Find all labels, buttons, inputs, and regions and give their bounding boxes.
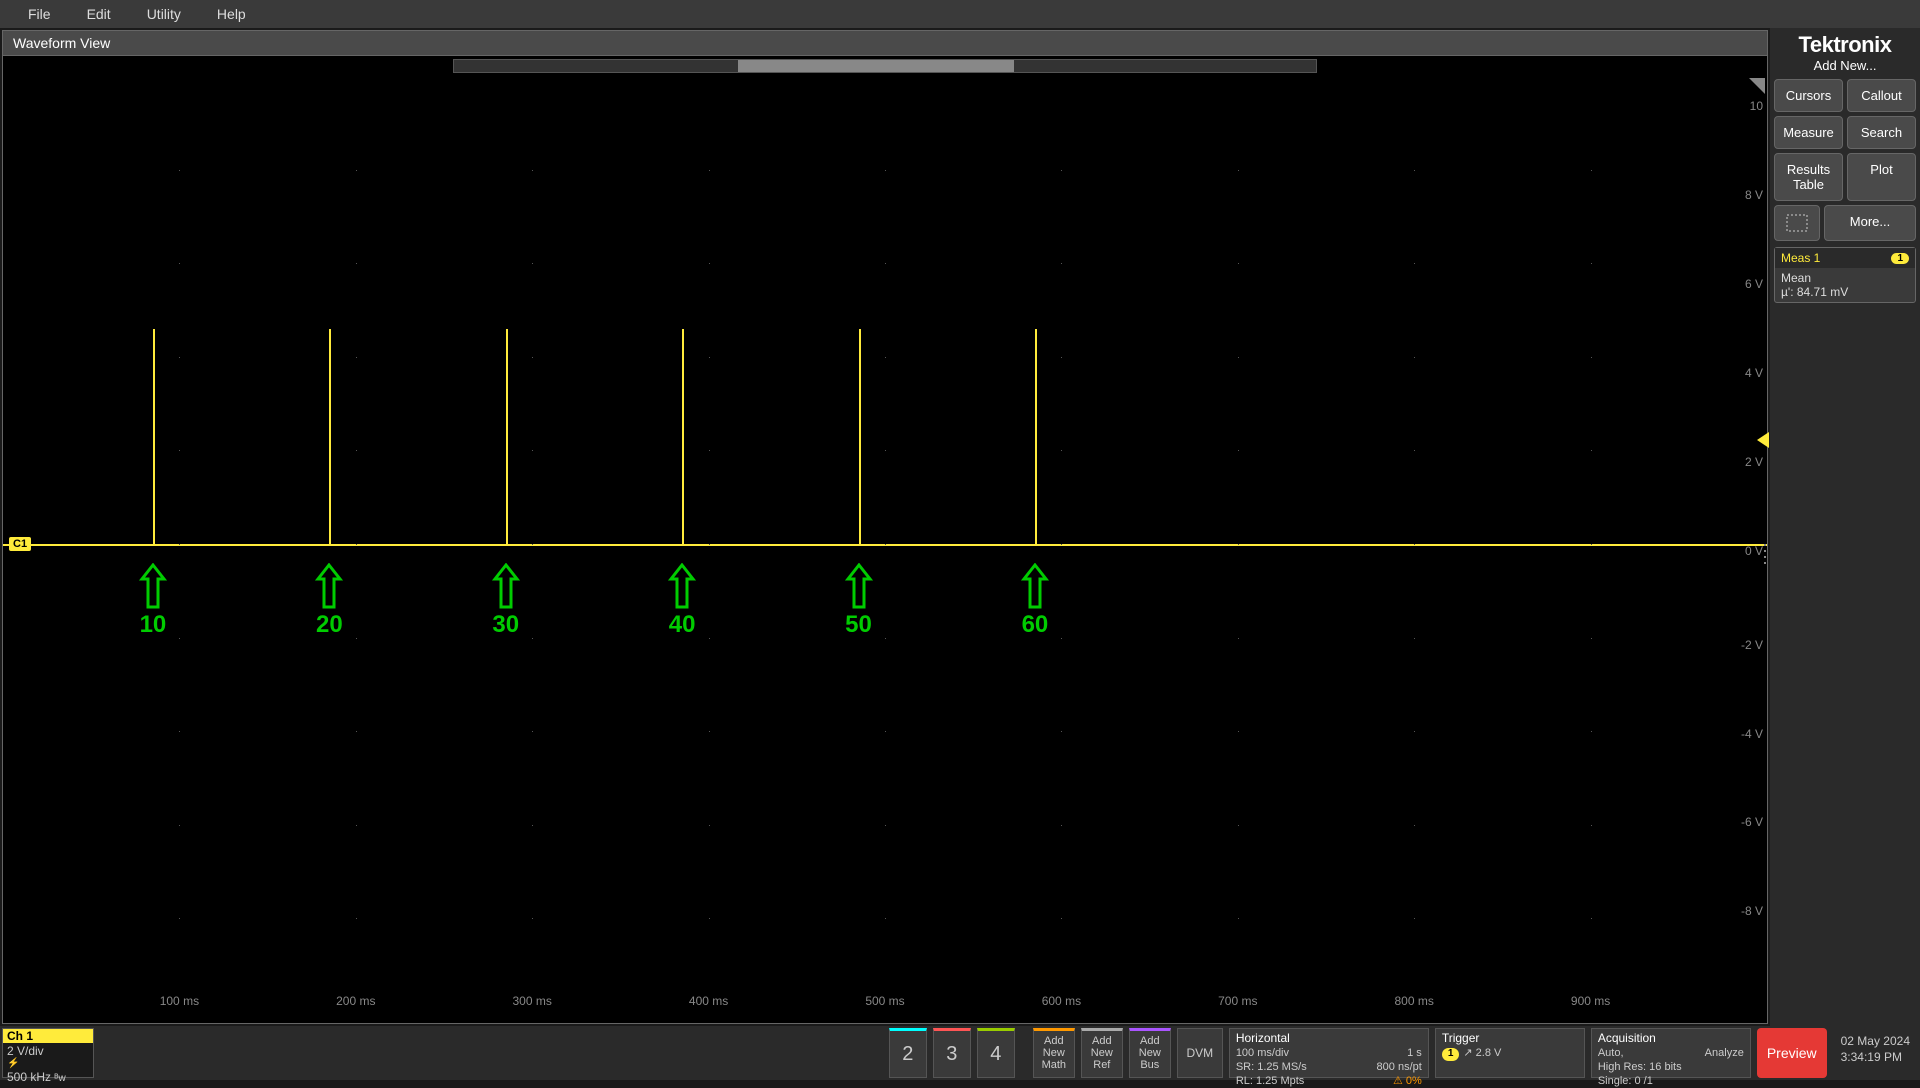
draw-box-button[interactable] [1774, 205, 1820, 241]
arrow-up-icon [844, 563, 874, 611]
meas-stat-label: Mean [1781, 271, 1909, 285]
arrow-up-icon [1020, 563, 1050, 611]
meas-title: Meas 1 [1781, 251, 1820, 265]
plot-button[interactable]: Plot [1847, 153, 1916, 201]
measure-button[interactable]: Measure [1774, 116, 1843, 149]
add-bus-button[interactable]: AddNewBus [1129, 1028, 1171, 1078]
add-math-button[interactable]: AddNewMath [1033, 1028, 1075, 1078]
menu-help[interactable]: Help [199, 6, 264, 22]
annotation-arrow: 10 [138, 563, 168, 639]
y-axis-label: 6 V [1745, 277, 1763, 291]
trigger-info[interactable]: Trigger 1↗ 2.8 V [1435, 1028, 1585, 1078]
meas-channel-pill: 1 [1891, 253, 1909, 264]
channel-4-button[interactable]: 4 [977, 1028, 1015, 1078]
add-new-label: Add New... [1774, 58, 1916, 73]
plot-area[interactable]: C1 10 8 V 6 V 4 V 2 V 0 V -2 V -4 V -6 V -8 V 100 … [3, 76, 1767, 1012]
annotation-arrow: 50 [844, 563, 874, 639]
annotation-arrow: 20 [314, 563, 344, 639]
channel-1-bandwidth: 500 kHz [7, 1070, 51, 1084]
timebase-scrollbar[interactable] [453, 59, 1317, 73]
x-axis-label: 100 ms [160, 994, 199, 1008]
preview-button[interactable]: Preview [1757, 1028, 1827, 1078]
arrow-up-icon [314, 563, 344, 611]
arrow-up-icon [491, 563, 521, 611]
x-axis-label: 500 ms [865, 994, 904, 1008]
callout-button[interactable]: Callout [1847, 79, 1916, 112]
menubar: File Edit Utility Help [0, 0, 1920, 28]
annotation-label: 60 [1020, 611, 1050, 639]
results-table-button[interactable]: Results Table [1774, 153, 1843, 201]
x-axis-label: 900 ms [1571, 994, 1610, 1008]
waveform-pulse [153, 329, 155, 544]
measurement-badge[interactable]: Meas 1 1 Mean µ': 84.71 mV [1774, 247, 1916, 303]
datetime: 02 May 2024 3:34:19 PM [1833, 1028, 1918, 1078]
time: 3:34:19 PM [1841, 1050, 1910, 1066]
add-ref-button[interactable]: AddNewRef [1081, 1028, 1123, 1078]
annotation-label: 10 [138, 611, 168, 639]
acquisition-info[interactable]: Acquisition Auto,Analyze High Res: 16 bi… [1591, 1028, 1751, 1078]
y-axis-label: -2 V [1741, 638, 1763, 652]
meas-value: µ': 84.71 mV [1781, 285, 1909, 299]
menu-edit[interactable]: Edit [69, 6, 129, 22]
waveform-pulse [1035, 329, 1037, 544]
y-axis-label: 0 V [1745, 544, 1763, 558]
search-button[interactable]: Search [1847, 116, 1916, 149]
dvm-button[interactable]: DVM [1177, 1028, 1223, 1078]
channel-1-marker[interactable]: C1 [9, 537, 31, 551]
timebase-scroll-thumb[interactable] [738, 60, 1014, 72]
waveform-pulse [682, 329, 684, 544]
waveform-pulse [506, 329, 508, 544]
waveform-pulse [859, 329, 861, 544]
x-axis-label: 300 ms [513, 994, 552, 1008]
y-axis-label: 2 V [1745, 455, 1763, 469]
x-axis-label: 700 ms [1218, 994, 1257, 1008]
arrow-up-icon [138, 563, 168, 611]
right-panel: Tektronix Add New... Cursors Callout Mea… [1770, 28, 1920, 1026]
y-axis-label: -4 V [1741, 727, 1763, 741]
waveform-view-title: Waveform View [3, 31, 1767, 56]
x-axis-label: 600 ms [1042, 994, 1081, 1008]
expand-icon[interactable] [1749, 78, 1765, 94]
x-axis-label: 200 ms [336, 994, 375, 1008]
y-axis-label: 4 V [1745, 366, 1763, 380]
x-axis-label: 800 ms [1395, 994, 1434, 1008]
menu-file[interactable]: File [10, 6, 69, 22]
trigger-level-marker[interactable] [1757, 432, 1769, 448]
y-axis-label: -6 V [1741, 815, 1763, 829]
annotation-arrow: 60 [1020, 563, 1050, 639]
channel-1-name: Ch 1 [3, 1029, 93, 1043]
arrow-up-icon [667, 563, 697, 611]
horizontal-info[interactable]: Horizontal 100 ms/div1 s SR: 1.25 MS/s80… [1229, 1028, 1429, 1078]
channel-2-button[interactable]: 2 [889, 1028, 927, 1078]
cursors-button[interactable]: Cursors [1774, 79, 1843, 112]
annotation-arrow: 40 [667, 563, 697, 639]
channel-1-info[interactable]: Ch 1 2 V/div ⚡ 500 kHz ᴮw [2, 1028, 94, 1078]
bottom-bar: Ch 1 2 V/div ⚡ 500 kHz ᴮw 2 3 4 AddNewMa… [0, 1026, 1920, 1080]
annotation-arrow: 30 [491, 563, 521, 639]
brand-logo: Tektronix [1774, 32, 1916, 58]
annotation-label: 20 [314, 611, 344, 639]
waveform-panel: Waveform View C1 10 8 V 6 V 4 V 2 V 0 V -2 V -4… [2, 30, 1768, 1024]
draw-box-icon [1786, 214, 1808, 232]
y-axis-label: 8 V [1745, 188, 1763, 202]
date: 02 May 2024 [1841, 1034, 1910, 1050]
channel-3-button[interactable]: 3 [933, 1028, 971, 1078]
waveform-pulse [329, 329, 331, 544]
annotation-label: 30 [491, 611, 521, 639]
menu-utility[interactable]: Utility [129, 6, 199, 22]
x-axis-label: 400 ms [689, 994, 728, 1008]
more-button[interactable]: More... [1824, 205, 1916, 241]
annotation-label: 50 [844, 611, 874, 639]
panel-drag-handle[interactable] [1764, 544, 1768, 564]
channel-1-scale: 2 V/div [7, 1044, 89, 1058]
y-axis-label: 10 [1750, 99, 1763, 113]
y-axis-label: -8 V [1741, 904, 1763, 918]
annotation-label: 40 [667, 611, 697, 639]
